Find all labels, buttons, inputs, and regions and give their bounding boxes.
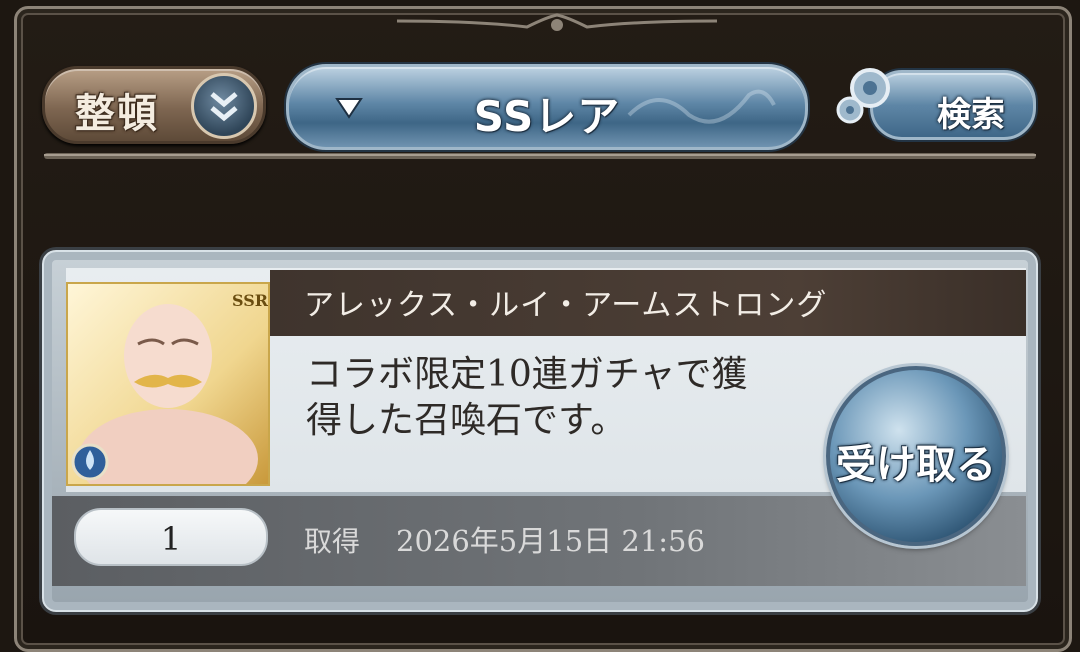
- divider-rail: [44, 153, 1036, 159]
- gear-icon: [836, 68, 890, 124]
- description-line: 得した召喚石です。: [306, 400, 627, 441]
- rarity-filter-dropdown[interactable]: SSレア: [286, 64, 808, 150]
- item-name: アレックス・ルイ・アームストロング: [304, 288, 828, 323]
- count-pill: 1: [74, 508, 268, 566]
- chevrons-down-icon: [191, 73, 257, 139]
- item-description: コラボ限定10連ガチャで獲 得した召喚石です。: [306, 352, 826, 444]
- sort-label: 整頓: [75, 91, 159, 137]
- filter-label: SSレア: [473, 92, 621, 141]
- search-button[interactable]: 検索: [836, 64, 1036, 140]
- character-portrait-icon: SSR: [68, 284, 268, 484]
- acquired-label: 取得: [304, 525, 361, 558]
- receive-label: 受け取る: [836, 442, 996, 488]
- receive-button[interactable]: 受け取る: [826, 366, 1006, 546]
- sort-button[interactable]: 整頓: [42, 66, 266, 144]
- acquired-datetime: 2026年5月15日 21:56: [396, 524, 705, 558]
- search-label: 検索: [937, 95, 1005, 135]
- description-line: コラボ限定10連ガチャで獲: [306, 354, 748, 395]
- frame-ornament-icon: [397, 13, 717, 31]
- rarity-badge: SSR: [232, 291, 268, 310]
- item-count: 1: [160, 520, 182, 558]
- summon-portrait[interactable]: SSR: [66, 282, 270, 486]
